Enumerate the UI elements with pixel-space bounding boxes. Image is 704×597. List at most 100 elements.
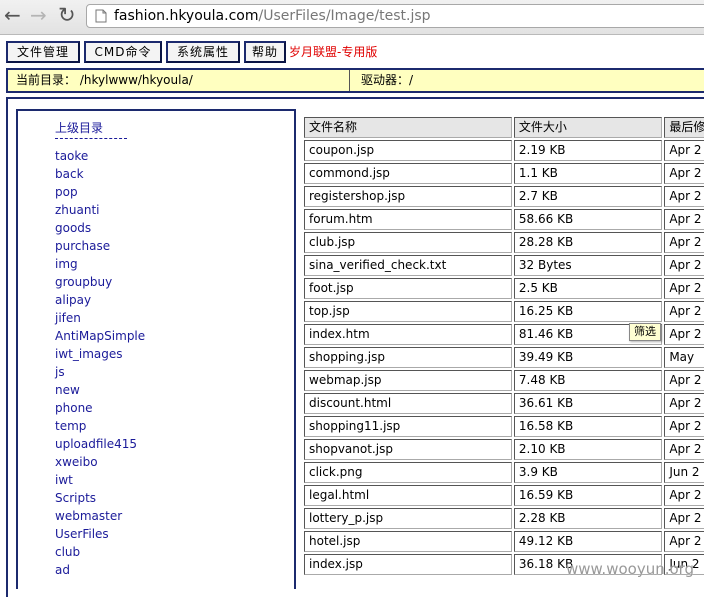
file-name-cell[interactable]: shopping.jsp (304, 347, 512, 368)
table-row: top.jsp 16.25 KB Apr 2 (304, 301, 704, 322)
filter-tooltip: 筛选 (629, 323, 661, 341)
file-name-cell[interactable]: shopping11.jsp (304, 416, 512, 437)
current-dir-label: 当前目录： (16, 73, 77, 87)
file-name-cell[interactable]: shopvanot.jsp (304, 439, 512, 460)
file-name-cell[interactable]: index.htm (304, 324, 512, 345)
file-name-cell[interactable]: discount.html (304, 393, 512, 414)
directory-link[interactable]: groupbuy (55, 273, 275, 291)
table-row: shopping11.jsp 16.58 KB Apr 2 (304, 416, 704, 437)
path-bar: 当前目录： /hkylwww/hkyoula/ 驱动器：/ (6, 68, 704, 93)
file-name-cell[interactable]: foot.jsp (304, 278, 512, 299)
directory-link[interactable]: uploadfile415 (55, 435, 275, 453)
file-size-cell: 2.19 KB (513, 140, 663, 161)
file-name-cell[interactable]: webmap.jsp (304, 370, 512, 391)
arrow-right-icon[interactable]: → (30, 4, 47, 26)
table-row: forum.htm 58.66 KB Apr 2 (304, 209, 704, 230)
table-header-row: 文件名称 文件大小 最后修改 (304, 117, 704, 138)
directory-link[interactable]: ad (55, 561, 275, 579)
table-row: commond.jsp 1.1 KB Apr 2 (304, 163, 704, 184)
file-modified-cell: Apr 2 (664, 393, 704, 414)
table-row: shopvanot.jsp 2.10 KB Apr 2 (304, 439, 704, 460)
file-name-cell[interactable]: hotel.jsp (304, 531, 512, 552)
column-header-size[interactable]: 文件大小 (513, 117, 663, 138)
directory-link[interactable]: taoke (55, 147, 275, 165)
reload-icon[interactable]: ↻ (58, 4, 76, 26)
file-name-cell[interactable]: commond.jsp (304, 163, 512, 184)
file-modified-cell: Apr 2 (664, 439, 704, 460)
page-icon (95, 9, 107, 23)
system-properties-button[interactable]: 系统属性 (166, 41, 240, 63)
directory-link[interactable]: webmaster (55, 507, 275, 525)
current-dir-value: /hkylwww/hkyoula/ (79, 73, 193, 87)
directory-link[interactable]: iwt (55, 471, 275, 489)
file-modified-cell: Apr 2 (664, 140, 704, 161)
table-row: shopping.jsp 39.49 KB May (304, 347, 704, 368)
file-size-cell: 16.25 KB (513, 301, 663, 322)
file-modified-cell: Apr 2 (664, 186, 704, 207)
directory-link[interactable]: js (55, 363, 275, 381)
file-name-cell[interactable]: sina_verified_check.txt (304, 255, 512, 276)
file-size-cell: 7.48 KB (513, 370, 663, 391)
directory-link[interactable]: temp (55, 417, 275, 435)
file-name-cell[interactable]: index.jsp (304, 554, 512, 575)
file-size-cell: 2.5 KB (513, 278, 663, 299)
file-size-cell: 16.58 KB (513, 416, 663, 437)
file-modified-cell: Apr 2 (664, 370, 704, 391)
address-bar[interactable]: fashion.hkyoula.com/UserFiles/Image/test… (86, 4, 704, 28)
parent-dir-link[interactable]: 上级目录 (55, 119, 127, 139)
column-header-name[interactable]: 文件名称 (304, 117, 512, 138)
directory-link[interactable]: zhuanti (55, 201, 275, 219)
directory-link[interactable]: iwt_images (55, 345, 275, 363)
file-size-cell: 2.7 KB (513, 186, 663, 207)
main-frame: 上级目录 taoke back pop zhuanti goods purchase img… (6, 97, 704, 597)
file-modified-cell: Apr 2 (664, 508, 704, 529)
directory-link[interactable]: club (55, 543, 275, 561)
file-modified-cell: Apr 2 (664, 209, 704, 230)
directory-link[interactable]: Scripts (55, 489, 275, 507)
file-modified-cell: May (664, 347, 704, 368)
table-row: click.png 3.9 KB Jun 2 (304, 462, 704, 483)
file-name-cell[interactable]: forum.htm (304, 209, 512, 230)
directory-link[interactable]: back (55, 165, 275, 183)
file-size-cell: 49.12 KB (513, 531, 663, 552)
help-button[interactable]: 帮助 (244, 41, 286, 63)
column-header-modified[interactable]: 最后修改 (664, 117, 704, 138)
browser-toolbar: ← → ↻ fashion.hkyoula.com/UserFiles/Imag… (0, 0, 704, 35)
cmd-button[interactable]: CMD命令 (84, 41, 162, 63)
drive-cell: 驱动器：/ (351, 70, 413, 91)
directory-link[interactable]: purchase (55, 237, 275, 255)
brand-label: 岁月联盟-专用版 (289, 45, 378, 59)
file-modified-cell: Apr 2 (664, 255, 704, 276)
file-name-cell[interactable]: coupon.jsp (304, 140, 512, 161)
drive-label: 驱动器： (361, 73, 410, 87)
url-path: /UserFiles/Image/test.jsp (258, 8, 431, 24)
directory-link[interactable]: xweibo (55, 453, 275, 471)
file-table: 文件名称 文件大小 最后修改 coupon.jsp2.19 KBApr 2com… (302, 115, 704, 577)
file-modified-cell: Apr 2 (664, 324, 704, 345)
pane-divider (294, 109, 296, 589)
file-name-cell[interactable]: club.jsp (304, 232, 512, 253)
directory-link[interactable]: phone (55, 399, 275, 417)
directory-link[interactable]: goods (55, 219, 275, 237)
file-name-cell[interactable]: legal.html (304, 485, 512, 506)
file-manager-button[interactable]: 文件管理 (6, 41, 80, 63)
drive-link[interactable]: / (409, 73, 413, 87)
directory-link[interactable]: alipay (55, 291, 275, 309)
directory-pane: 上级目录 taoke back pop zhuanti goods purchase img… (16, 109, 294, 589)
directory-link[interactable]: UserFiles (55, 525, 275, 543)
file-name-cell[interactable]: lottery_p.jsp (304, 508, 512, 529)
directory-link[interactable]: img (55, 255, 275, 273)
table-row: club.jsp 28.28 KB Apr 2 (304, 232, 704, 253)
directory-link[interactable]: pop (55, 183, 275, 201)
arrow-left-icon[interactable]: ← (4, 4, 21, 26)
file-name-cell[interactable]: top.jsp (304, 301, 512, 322)
file-modified-cell: Jun 2 (664, 462, 704, 483)
directory-link[interactable]: jifen (55, 309, 275, 327)
table-row: webmap.jsp 7.48 KB Apr 2 (304, 370, 704, 391)
file-name-cell[interactable]: click.png (304, 462, 512, 483)
file-size-cell: 36.61 KB (513, 393, 663, 414)
directory-link[interactable]: new (55, 381, 275, 399)
file-size-cell: 28.28 KB (513, 232, 663, 253)
directory-link[interactable]: AntiMapSimple (55, 327, 275, 345)
file-name-cell[interactable]: registershop.jsp (304, 186, 512, 207)
